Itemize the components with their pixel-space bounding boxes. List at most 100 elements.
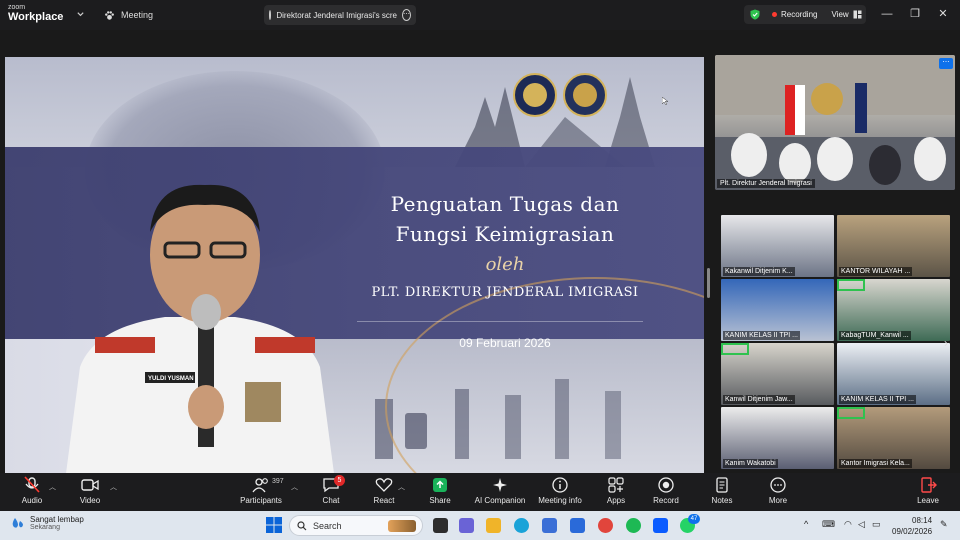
file-explorer-icon[interactable] <box>486 518 501 533</box>
brand-big: Workplace <box>8 11 64 23</box>
dropbox-icon[interactable] <box>570 518 585 533</box>
leave-icon <box>921 477 937 493</box>
panel-resize-handle[interactable] <box>707 268 710 298</box>
spotify-icon[interactable] <box>626 518 641 533</box>
chevron-right-icon[interactable]: › <box>944 336 948 350</box>
host-more-button[interactable]: ⋯ <box>939 58 953 69</box>
search-highlight-icon <box>388 519 416 532</box>
participant-gallery: Kakanwil Ditjenim K... KANTOR WILAYAH ..… <box>721 215 950 473</box>
windows-taskbar: Sangat lembap Sekarang Search 47 ^ ⌨ ◠ ◁… <box>0 511 960 540</box>
participant-tile[interactable]: KANIM KELAS II TPI ... <box>721 279 834 341</box>
windows-start-icon[interactable] <box>266 517 282 533</box>
teams-icon[interactable] <box>459 518 474 533</box>
video-label: Video <box>79 496 101 505</box>
cursor-icon <box>662 97 668 105</box>
notes-label: Notes <box>711 496 733 505</box>
taskbar-clock[interactable]: 08:14 09/02/2026 <box>892 515 932 537</box>
slide-title-line1: Penguatan Tugas dan <box>390 192 620 216</box>
sparkle-icon <box>493 478 507 492</box>
humidity-icon <box>12 518 23 528</box>
active-speaker-frame <box>837 279 865 291</box>
close-button[interactable]: ✕ <box>936 7 950 21</box>
recording-dot-icon <box>772 12 777 17</box>
whatsapp-badge: 47 <box>688 514 700 524</box>
ai-companion-label: AI Companion <box>474 496 526 505</box>
chrome-icon[interactable] <box>598 518 613 533</box>
chevron-up-icon[interactable]: ︿ <box>110 482 117 492</box>
store-icon[interactable] <box>542 518 557 533</box>
react-label: React <box>373 496 395 505</box>
zoom-taskbar-icon[interactable] <box>653 518 668 533</box>
participant-tile[interactable]: Kanwil Ditjenim Jaw... <box>721 343 834 405</box>
chevron-up-icon[interactable]: ︿ <box>398 482 405 492</box>
recording-label[interactable]: Recording <box>781 10 817 19</box>
record-label: Record <box>653 496 679 505</box>
participant-tile[interactable]: Kanim Wakatobi <box>721 407 834 469</box>
record-button[interactable]: Record <box>636 476 696 505</box>
notification-icon[interactable]: ✎ <box>940 519 948 530</box>
weather-widget[interactable]: Sangat lembap Sekarang <box>10 515 84 531</box>
app-logo: zoom Workplace <box>8 4 63 23</box>
restore-button[interactable]: ❐ <box>908 7 922 21</box>
search-icon <box>297 520 307 530</box>
participant-tile[interactable]: Kakanwil Ditjenim K... <box>721 215 834 277</box>
chevron-up-icon[interactable]: ︿ <box>49 482 56 492</box>
kemenimipas-logo <box>563 73 607 117</box>
share-button[interactable]: Share <box>410 476 470 505</box>
chevron-up-icon[interactable]: ︿ <box>291 482 298 492</box>
shield-icon[interactable] <box>750 9 760 20</box>
tab-share-label: Direktorat Jenderal Imigrasi's scre <box>276 10 397 20</box>
meeting-info-button[interactable]: Meeting info <box>530 476 590 505</box>
notes-icon <box>716 477 728 493</box>
speaker-nametag: YULDI YUSMAN <box>148 376 194 382</box>
ai-companion-button[interactable]: AI Companion <box>470 476 530 505</box>
participant-name: Kakanwil Ditjenim K... <box>723 267 795 276</box>
battery-icon[interactable]: ▭ <box>872 519 881 530</box>
slide-date: 09 Februari 2026 <box>459 336 551 350</box>
active-speaker-frame <box>837 407 865 419</box>
host-video-tile[interactable]: ⋯ Plt. Direktur Jenderal Imigrasi <box>715 55 955 190</box>
chat-button[interactable]: Chat <box>301 476 361 505</box>
leave-button[interactable]: Leave <box>898 476 958 505</box>
active-speaker-frame <box>721 343 749 355</box>
notes-button[interactable]: Notes <box>692 476 752 505</box>
tab-meeting-label: Meeting <box>121 10 154 20</box>
share-label: Share <box>429 496 451 505</box>
more-button[interactable]: More <box>748 476 808 505</box>
info-icon <box>552 477 568 493</box>
video-camera-icon <box>81 479 99 491</box>
participant-tile[interactable]: KANIM KELAS II TPI ... <box>837 343 950 405</box>
apps-label: Apps <box>606 496 626 505</box>
more-options-icon[interactable]: ⋯ <box>402 9 411 21</box>
slide-divider <box>357 321 643 322</box>
participant-name: Kantor Imigrasi Kela... <box>839 459 912 468</box>
minimize-button[interactable]: — <box>880 7 894 21</box>
participant-name: KANIM KELAS II TPI ... <box>839 395 917 404</box>
view-button[interactable]: View <box>831 10 848 19</box>
volume-icon[interactable]: ◁ <box>858 519 865 530</box>
clock-time: 08:14 <box>912 516 933 525</box>
participant-tile[interactable]: KANTOR WILAYAH ... <box>837 215 950 277</box>
weather-subtitle: Sekarang <box>30 524 60 531</box>
participants-count: 397 <box>272 478 284 485</box>
brand-small: zoom <box>8 4 26 11</box>
participant-tile[interactable]: KabagTUM_Kanwil ... <box>837 279 950 341</box>
task-view-icon[interactable] <box>433 518 448 533</box>
leave-label: Leave <box>917 496 939 505</box>
slide-by-text: oleh <box>485 254 525 275</box>
participant-name: KANIM KELAS II TPI ... <box>723 331 801 340</box>
participant-name: KabagTUM_Kanwil ... <box>839 331 911 340</box>
participants-icon <box>252 478 268 493</box>
edge-icon[interactable] <box>514 518 529 533</box>
chevron-down-icon[interactable] <box>76 10 85 19</box>
tray-overflow-icon[interactable]: ^ <box>804 519 808 529</box>
wifi-icon[interactable]: ◠ <box>844 519 852 530</box>
language-icon[interactable]: ⌨ <box>822 519 835 530</box>
react-button[interactable]: React <box>354 476 414 505</box>
host-name-label: Plt. Direktur Jenderal Imigrasi <box>717 179 815 188</box>
ditjen-imigrasi-logo <box>513 73 557 117</box>
taskbar-search-box[interactable]: Search <box>289 515 423 536</box>
participant-tile[interactable]: Kantor Imigrasi Kela... <box>837 407 950 469</box>
tab-screen-share[interactable]: Direktorat Jenderal Imigrasi's scre ⋯ <box>264 5 416 25</box>
tab-meeting[interactable]: Meeting <box>104 6 153 24</box>
